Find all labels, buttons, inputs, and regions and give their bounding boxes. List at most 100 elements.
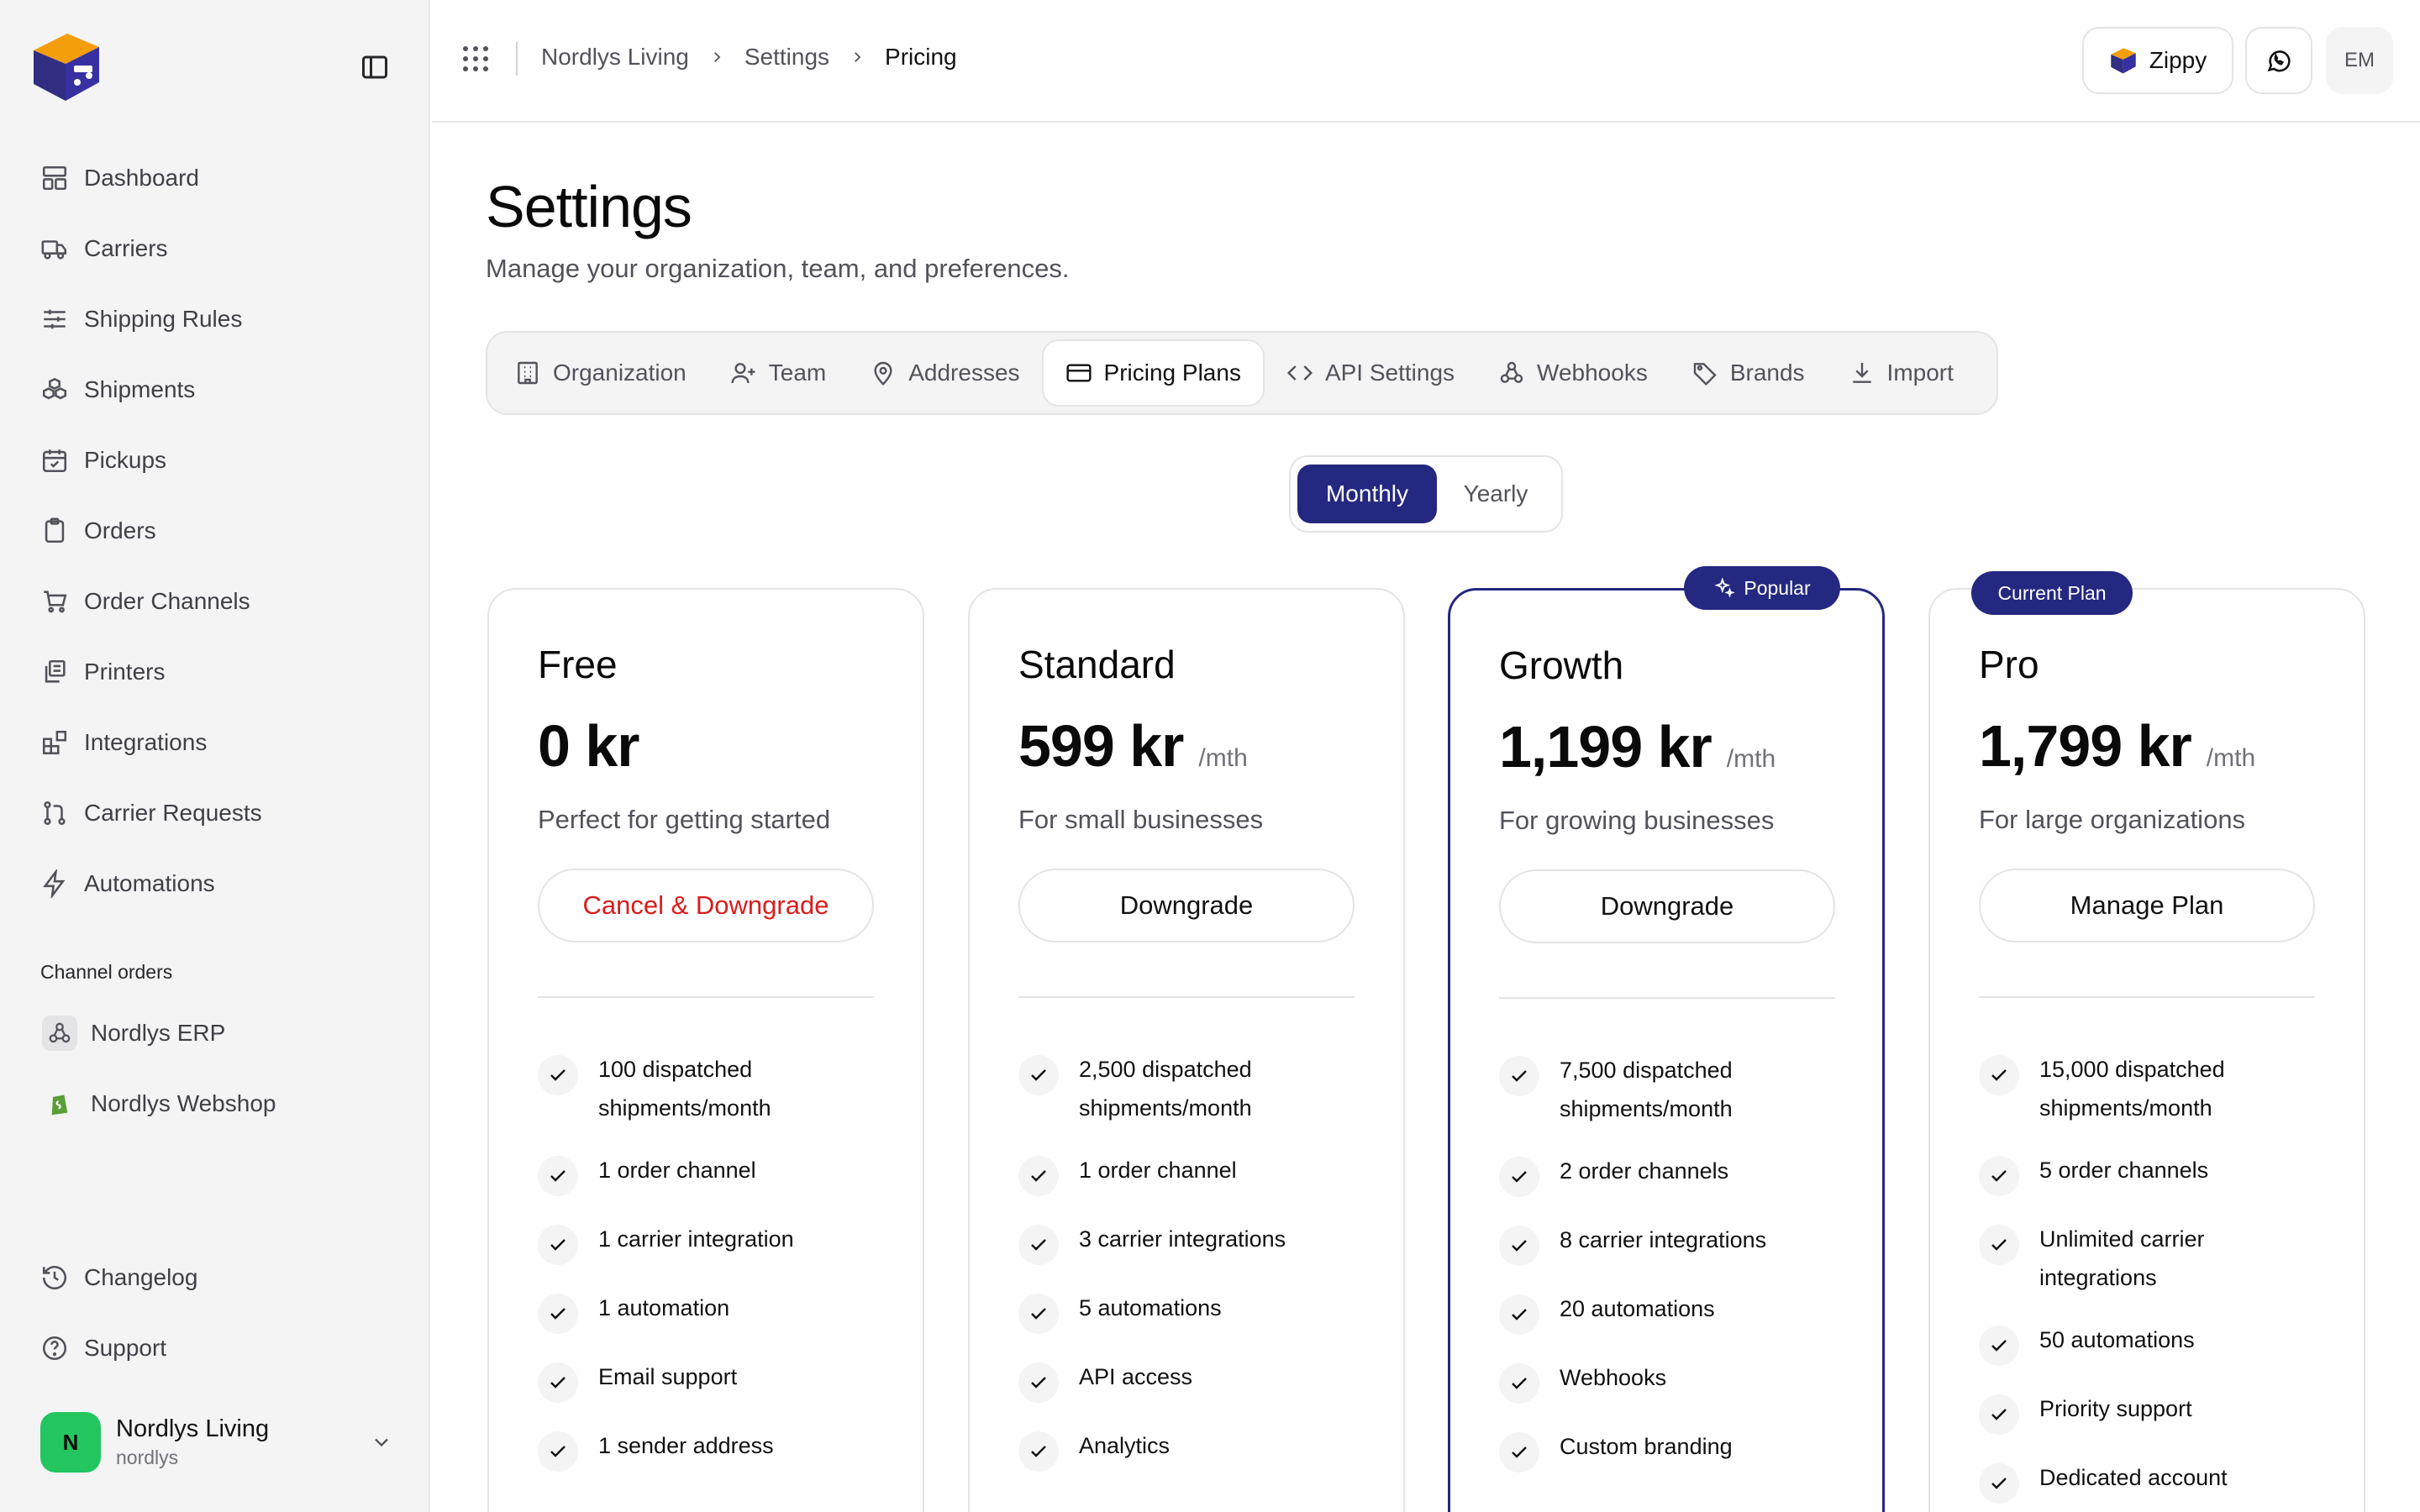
billing-monthly-option[interactable]: Monthly	[1297, 465, 1437, 523]
tab-pricing-plans[interactable]: Pricing Plans	[1041, 339, 1265, 407]
feature-item: 1 automation	[538, 1289, 874, 1334]
tab-brands[interactable]: Brands	[1670, 339, 1827, 407]
code-icon	[1286, 365, 1313, 381]
zippy-label: Zippy	[2149, 47, 2207, 73]
feature-item: Custom branding	[1499, 1427, 1835, 1473]
current-plan-badge-label: Current Plan	[1997, 581, 2107, 604]
tab-api-settings[interactable]: API Settings	[1265, 339, 1476, 407]
sidebar-item-carriers[interactable]: Carriers	[40, 213, 410, 284]
zap-icon	[43, 869, 66, 898]
page-subtitle: Manage your organization, team, and pref…	[486, 254, 1070, 283]
breadcrumb-settings[interactable]: Settings	[744, 44, 829, 71]
blocks-icon	[42, 730, 67, 755]
plan-period: /mth	[1726, 745, 1776, 773]
breadcrumb-org[interactable]: Nordlys Living	[541, 44, 689, 71]
cancel-downgrade-button[interactable]: Cancel & Downgrade	[538, 869, 874, 942]
check-icon	[538, 1431, 578, 1472]
sidebar-item-label: Order Channels	[84, 588, 250, 614]
sidebar-item-integrations[interactable]: Integrations	[40, 707, 410, 778]
feature-item: 1 sender address	[538, 1426, 874, 1472]
feature-item: API access	[1018, 1357, 1355, 1403]
plan-card-free: Free 0 kr Perfect for getting started Ca…	[487, 588, 924, 1512]
apps-grid-icon[interactable]	[460, 44, 491, 74]
check-icon	[538, 1225, 578, 1265]
feature-text: 2 order channels	[1560, 1158, 1729, 1184]
chevron-right-icon	[855, 52, 861, 62]
feature-item: 5 order channels	[1979, 1151, 2315, 1196]
feature-text: 8 carrier integrations	[1560, 1227, 1767, 1252]
zippy-button[interactable]: Zippy	[2082, 27, 2233, 94]
sidebar-item-carrier-requests[interactable]: Carrier Requests	[40, 778, 410, 848]
sliders-icon	[44, 309, 66, 329]
check-icon	[1979, 1463, 2019, 1504]
plan-name: Free	[538, 643, 618, 686]
printer-icon	[45, 659, 66, 683]
plan-price: 1,799 kr	[1979, 713, 2192, 779]
billing-yearly-option[interactable]: Yearly	[1437, 465, 1555, 523]
feature-item: 15,000 dispatched shipments/month	[1979, 1050, 2315, 1127]
manage-plan-button[interactable]: Manage Plan	[1979, 869, 2315, 942]
sidebar-item-shipping-rules[interactable]: Shipping Rules	[40, 284, 410, 354]
app-logo[interactable]	[29, 29, 104, 104]
tab-organization[interactable]: Organization	[492, 339, 708, 407]
plan-price: 599 kr	[1018, 713, 1184, 779]
plan-name: Standard	[1018, 643, 1176, 686]
check-icon	[1018, 1431, 1059, 1472]
credit-card-icon	[1065, 364, 1092, 382]
sidebar-item-pickups[interactable]: Pickups	[40, 425, 410, 496]
support-link[interactable]: Support	[40, 1334, 166, 1362]
tab-webhooks[interactable]: Webhooks	[1476, 339, 1670, 407]
sidebar-item-label: Dashboard	[84, 165, 199, 191]
plan-card-standard: Standard 599 kr/mth For small businesses…	[968, 588, 1405, 1512]
download-icon	[1852, 363, 1871, 383]
feature-text: 1 order channel	[1079, 1158, 1237, 1183]
sidebar-channel-webshop[interactable]: Nordlys Webshop	[42, 1086, 276, 1121]
sidebar-item-automations[interactable]: Automations	[40, 848, 410, 919]
current-plan-badge: Current Plan	[1971, 571, 2133, 615]
org-switcher[interactable]: N Nordlys Living nordlys	[40, 1411, 393, 1473]
feature-item: 8 carrier integrations	[1499, 1221, 1835, 1266]
check-icon	[538, 1362, 578, 1403]
feature-item: 1 order channel	[1018, 1151, 1355, 1196]
sidebar-item-label: Orders	[84, 517, 156, 543]
popular-badge-label: Popular	[1744, 576, 1811, 599]
feature-item: 2 order channels	[1499, 1152, 1835, 1197]
check-icon	[1018, 1294, 1059, 1334]
clipboard-icon	[45, 517, 65, 543]
check-icon	[1979, 1156, 2019, 1196]
check-icon	[1499, 1294, 1539, 1335]
sidebar-item-orders[interactable]: Orders	[40, 496, 410, 566]
sidebar-toggle-icon[interactable]	[360, 52, 390, 82]
user-avatar[interactable]: EM	[2326, 27, 2393, 94]
sidebar-channel-erp[interactable]: Nordlys ERP	[42, 1016, 225, 1051]
sidebar-item-dashboard[interactable]: Dashboard	[40, 143, 410, 213]
feature-list: 15,000 dispatched shipments/month 5 order…	[1979, 1050, 2315, 1512]
tab-label: Pricing Plans	[1103, 360, 1241, 386]
shopify-icon	[42, 1086, 77, 1121]
webhook-icon	[42, 1016, 77, 1051]
sidebar-item-label: Printers	[84, 659, 166, 685]
downgrade-button[interactable]: Downgrade	[1499, 869, 1835, 943]
downgrade-button[interactable]: Downgrade	[1018, 869, 1355, 942]
sidebar-item-label: Carriers	[84, 235, 168, 261]
check-icon	[1499, 1226, 1539, 1266]
tab-addresses[interactable]: Addresses	[848, 339, 1041, 407]
sidebar: Dashboard Carriers Shipping Rules Shipme…	[0, 0, 430, 1512]
sidebar-item-label: Shipping Rules	[84, 306, 243, 332]
sidebar-item-label: Integrations	[84, 729, 208, 755]
changelog-link[interactable]: Changelog	[40, 1263, 197, 1292]
tab-team[interactable]: Team	[708, 339, 848, 407]
sparkles-icon	[1714, 577, 1735, 598]
feature-text: 1 automation	[598, 1295, 730, 1320]
breadcrumb: Nordlys Living Settings Pricing	[541, 44, 957, 71]
feature-text: 1 order channel	[598, 1158, 756, 1183]
org-name: Nordlys Living	[116, 1415, 270, 1442]
page-title: Settings	[486, 174, 692, 239]
feature-text: Priority support	[2039, 1396, 2192, 1421]
sidebar-item-printers[interactable]: Printers	[40, 637, 410, 707]
chat-button[interactable]	[2245, 27, 2312, 94]
tab-import[interactable]: Import	[1827, 339, 1975, 407]
feature-list: 100 dispatched shipments/month 1 order ch…	[538, 1050, 874, 1495]
sidebar-item-shipments[interactable]: Shipments	[40, 354, 410, 425]
sidebar-item-order-channels[interactable]: Order Channels	[40, 566, 410, 637]
